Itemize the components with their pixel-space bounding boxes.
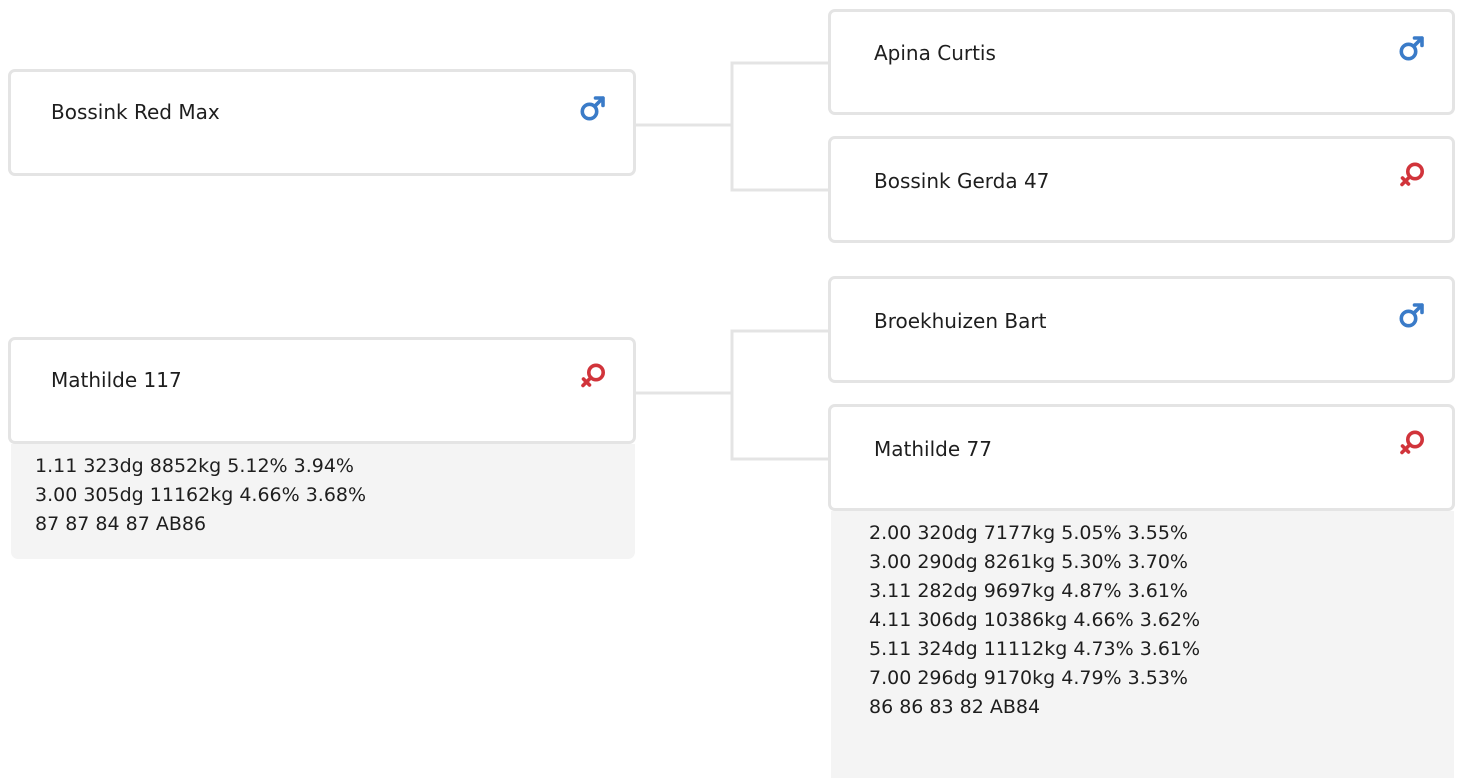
sire-sire-card[interactable]: Apina Curtis bbox=[828, 9, 1455, 115]
performance-line: 86 86 83 82 AB84 bbox=[869, 696, 1041, 718]
male-icon bbox=[1399, 303, 1424, 328]
dam-sire-name: Broekhuizen Bart bbox=[874, 309, 1047, 333]
performance-line: 1.11 323dg 8852kg 5.12% 3.94% bbox=[35, 455, 354, 477]
dam-name: Mathilde 117 bbox=[51, 368, 182, 392]
sire-dam-card[interactable]: Bossink Gerda 47 bbox=[828, 136, 1455, 243]
connector-sire-fork bbox=[730, 61, 830, 192]
female-icon bbox=[581, 363, 605, 388]
performance-line: 5.11 324dg 11112kg 4.73% 3.61% bbox=[869, 638, 1201, 660]
performance-line: 2.00 320dg 7177kg 5.05% 3.55% bbox=[869, 522, 1188, 544]
sire-dam-name: Bossink Gerda 47 bbox=[874, 169, 1050, 193]
performance-line: 87 87 84 87 AB86 bbox=[35, 513, 207, 535]
dam-sire-card[interactable]: Broekhuizen Bart bbox=[828, 276, 1455, 383]
sire-name: Bossink Red Max bbox=[51, 100, 220, 124]
performance-line: 3.00 290dg 8261kg 5.30% 3.70% bbox=[869, 551, 1188, 573]
sire-card[interactable]: Bossink Red Max bbox=[8, 69, 636, 176]
dam-dam-card[interactable]: Mathilde 77 bbox=[828, 404, 1455, 511]
performance-line: 4.11 306dg 10386kg 4.66% 3.62% bbox=[869, 609, 1201, 631]
male-icon bbox=[1399, 36, 1424, 61]
performance-line: 3.11 282dg 9697kg 4.87% 3.61% bbox=[869, 580, 1188, 602]
dam-dam-name: Mathilde 77 bbox=[874, 437, 992, 461]
dam-performance-panel: 1.11 323dg 8852kg 5.12% 3.94% 3.00 305dg… bbox=[11, 444, 635, 559]
performance-line: 7.00 296dg 9170kg 4.79% 3.53% bbox=[869, 667, 1188, 689]
connector-dam-fork bbox=[730, 329, 830, 461]
dam-card[interactable]: Mathilde 117 bbox=[8, 337, 636, 444]
performance-line: 3.00 305dg 11162kg 4.66% 3.68% bbox=[35, 484, 367, 506]
female-icon bbox=[1400, 430, 1424, 455]
female-icon bbox=[1400, 162, 1424, 187]
sire-sire-name: Apina Curtis bbox=[874, 41, 996, 65]
male-icon bbox=[580, 96, 605, 121]
dam-dam-performance-panel: 2.00 320dg 7177kg 5.05% 3.55% 3.00 290dg… bbox=[831, 511, 1454, 778]
